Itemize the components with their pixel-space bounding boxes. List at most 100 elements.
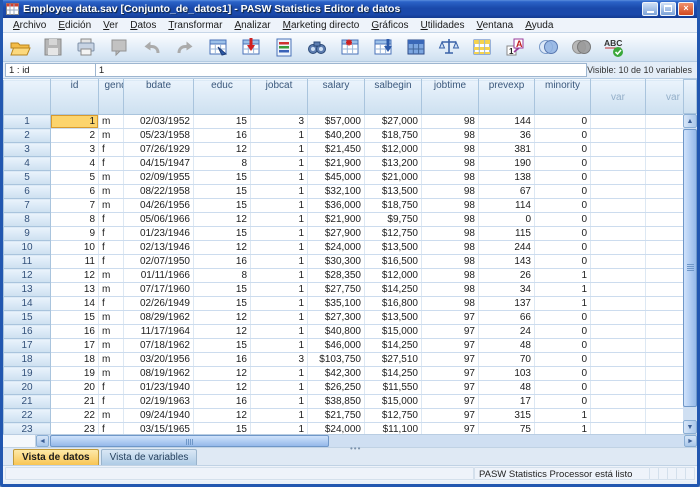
cell-bdate[interactable]: 08/29/1962 (124, 311, 194, 325)
cell-prevexp[interactable]: 36 (479, 129, 535, 143)
cell-id[interactable]: 19 (51, 367, 99, 381)
cell-prevexp[interactable]: 115 (479, 227, 535, 241)
vertical-scrollbar[interactable]: ▲ ▼ (683, 79, 697, 434)
column-header-var[interactable]: var (591, 80, 646, 115)
column-header-var[interactable]: var (646, 80, 684, 115)
cell-prevexp[interactable]: 138 (479, 171, 535, 185)
cell-bdate[interactable]: 05/23/1958 (124, 129, 194, 143)
cell-prevexp[interactable]: 315 (479, 409, 535, 423)
column-header-prevexp[interactable]: prevexp (479, 80, 535, 115)
cell-educ[interactable]: 12 (194, 409, 251, 423)
cell-minority[interactable]: 0 (535, 255, 591, 269)
cell-salary[interactable]: $27,300 (308, 311, 365, 325)
menu-ver[interactable]: Ver (97, 19, 124, 32)
column-header-salbegin[interactable]: salbegin (365, 80, 422, 115)
cell-educ[interactable]: 15 (194, 199, 251, 213)
cell-bdate[interactable]: 07/17/1960 (124, 283, 194, 297)
cell-salbegin[interactable]: $12,000 (365, 143, 422, 157)
cell-minority[interactable]: 0 (535, 143, 591, 157)
cell-prevexp[interactable]: 381 (479, 143, 535, 157)
cell-jobcat[interactable]: 1 (251, 395, 308, 409)
cell-gender[interactable]: m (99, 409, 124, 423)
cell-var[interactable] (646, 157, 684, 171)
cell-salary[interactable]: $32,100 (308, 185, 365, 199)
cell-var[interactable] (591, 157, 646, 171)
cell-jobtime[interactable]: 97 (422, 339, 479, 353)
cell-jobcat[interactable]: 1 (251, 283, 308, 297)
cell-salary[interactable]: $21,900 (308, 157, 365, 171)
cell-salbegin[interactable]: $18,750 (365, 129, 422, 143)
row-number[interactable]: 18 (4, 353, 51, 367)
print-icon[interactable] (74, 35, 98, 59)
cell-minority[interactable]: 0 (535, 171, 591, 185)
cell-id[interactable]: 18 (51, 353, 99, 367)
cell-bdate[interactable]: 02/07/1950 (124, 255, 194, 269)
cell-salbegin[interactable]: $11,550 (365, 381, 422, 395)
cell-prevexp[interactable]: 144 (479, 115, 535, 129)
variables-icon[interactable] (272, 35, 296, 59)
cell-educ[interactable]: 12 (194, 325, 251, 339)
cell-educ[interactable]: 16 (194, 255, 251, 269)
cell-var[interactable] (591, 269, 646, 283)
goto-case-icon[interactable] (206, 35, 230, 59)
cell-salbegin[interactable]: $27,000 (365, 115, 422, 129)
cell-id[interactable]: 21 (51, 395, 99, 409)
cell-gender[interactable]: f (99, 157, 124, 171)
cell-jobtime[interactable]: 98 (422, 213, 479, 227)
cell-gender[interactable]: m (99, 171, 124, 185)
cell-jobtime[interactable]: 98 (422, 227, 479, 241)
horizontal-scrollbar[interactable]: ◄ ► (36, 435, 697, 447)
row-number[interactable]: 17 (4, 339, 51, 353)
cell-var[interactable] (646, 143, 684, 157)
corner-header[interactable] (4, 80, 51, 115)
cell-bdate[interactable]: 11/17/1964 (124, 325, 194, 339)
cell-salary[interactable]: $21,900 (308, 213, 365, 227)
tab-variable-view[interactable]: Vista de variables (101, 449, 198, 465)
menu-utilidades[interactable]: Utilidades (415, 19, 471, 32)
cell-bdate[interactable]: 04/15/1947 (124, 157, 194, 171)
cell-var[interactable] (646, 353, 684, 367)
row-number[interactable]: 5 (4, 171, 51, 185)
column-header-bdate[interactable]: bdate (124, 80, 194, 115)
cell-bdate[interactable]: 02/19/1963 (124, 395, 194, 409)
cell-id[interactable]: 4 (51, 157, 99, 171)
cell-jobtime[interactable]: 97 (422, 311, 479, 325)
cell-var[interactable] (646, 409, 684, 423)
row-number[interactable]: 6 (4, 185, 51, 199)
cell-gender[interactable]: m (99, 129, 124, 143)
row-number[interactable]: 2 (4, 129, 51, 143)
cell-gender[interactable]: f (99, 395, 124, 409)
cell-jobcat[interactable]: 1 (251, 185, 308, 199)
cell-minority[interactable]: 1 (535, 297, 591, 311)
cell-salbegin[interactable]: $13,500 (365, 241, 422, 255)
cell-id[interactable]: 3 (51, 143, 99, 157)
cell-var[interactable] (591, 115, 646, 129)
row-number[interactable]: 1 (4, 115, 51, 129)
cell-salbegin[interactable]: $12,000 (365, 269, 422, 283)
cell-prevexp[interactable]: 66 (479, 311, 535, 325)
cell-id[interactable]: 22 (51, 409, 99, 423)
open-data-icon[interactable] (8, 35, 32, 59)
cell-jobtime[interactable]: 98 (422, 255, 479, 269)
row-number[interactable]: 8 (4, 213, 51, 227)
cell-id[interactable]: 23 (51, 423, 99, 435)
cell-gender[interactable]: m (99, 199, 124, 213)
cell-bdate[interactable]: 02/09/1955 (124, 171, 194, 185)
cell-var[interactable] (591, 241, 646, 255)
cell-var[interactable] (591, 297, 646, 311)
cell-var[interactable] (591, 143, 646, 157)
cell-minority[interactable]: 0 (535, 339, 591, 353)
cell-var[interactable] (591, 325, 646, 339)
cell-jobtime[interactable]: 97 (422, 325, 479, 339)
cell-salbegin[interactable]: $14,250 (365, 367, 422, 381)
cell-minority[interactable]: 1 (535, 423, 591, 435)
cell-prevexp[interactable]: 17 (479, 395, 535, 409)
cell-jobcat[interactable]: 1 (251, 129, 308, 143)
cell-prevexp[interactable]: 26 (479, 269, 535, 283)
row-number[interactable]: 23 (4, 423, 51, 435)
cell-gender[interactable]: m (99, 283, 124, 297)
cell-var[interactable] (646, 227, 684, 241)
row-number[interactable]: 15 (4, 311, 51, 325)
cell-id[interactable]: 17 (51, 339, 99, 353)
split-file-icon[interactable] (404, 35, 428, 59)
